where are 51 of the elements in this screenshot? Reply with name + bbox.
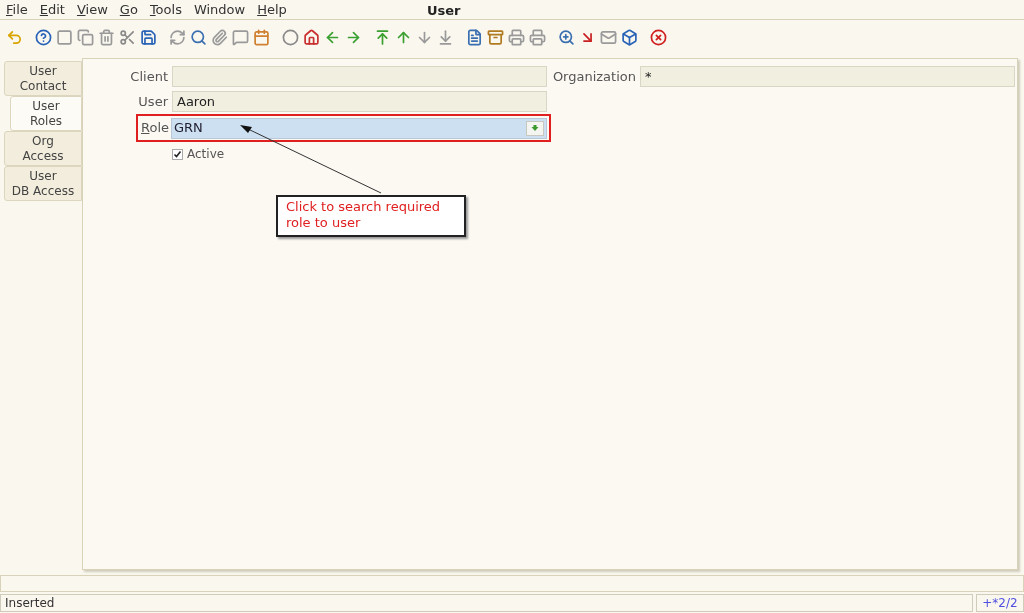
circle-icon[interactable]: [282, 28, 299, 46]
chat-icon[interactable]: [232, 28, 249, 46]
printer-icon[interactable]: [508, 28, 525, 46]
last-record-icon[interactable]: [437, 28, 454, 46]
organization-field[interactable]: *: [640, 66, 1015, 87]
tab[interactable]: User DB Access: [4, 166, 82, 201]
mail-icon[interactable]: [600, 28, 617, 46]
field-label: Role: [141, 119, 167, 138]
role-field[interactable]: GRN: [171, 117, 547, 139]
menu-item[interactable]: Edit: [39, 0, 65, 20]
callout-box: Click to search required role to user: [276, 195, 466, 237]
new-record-icon[interactable]: [56, 28, 73, 46]
undo-icon[interactable]: [6, 28, 23, 46]
refresh-icon[interactable]: [169, 28, 186, 46]
help-icon[interactable]: [35, 28, 52, 46]
lookup-button[interactable]: [526, 120, 544, 136]
scissors-icon[interactable]: [119, 28, 136, 46]
client-field[interactable]: [172, 66, 547, 87]
record-indicator: +*2/2: [976, 594, 1024, 612]
cube-icon[interactable]: [621, 28, 638, 46]
active-checkbox[interactable]: [172, 148, 183, 160]
menu-item[interactable]: Go: [119, 0, 138, 20]
paperclip-icon[interactable]: [211, 28, 228, 46]
field-label: User: [137, 92, 168, 111]
tab[interactable]: User Roles: [10, 96, 82, 131]
tab[interactable]: User Contact: [4, 61, 82, 96]
first-record-icon[interactable]: [374, 28, 391, 46]
archive-icon[interactable]: [487, 28, 504, 46]
printer-icon[interactable]: [529, 28, 546, 46]
search-icon[interactable]: [190, 28, 207, 46]
status-message: Inserted: [0, 594, 973, 612]
home-icon[interactable]: [303, 28, 320, 46]
menu-item[interactable]: Window: [193, 0, 246, 20]
report-icon[interactable]: [466, 28, 483, 46]
menu-item[interactable]: Help: [257, 0, 287, 20]
window-title: User: [427, 2, 461, 20]
user-field[interactable]: Aaron: [172, 91, 547, 112]
delete-icon[interactable]: [98, 28, 115, 46]
copy-icon[interactable]: [77, 28, 94, 46]
zoom-icon[interactable]: [558, 28, 575, 46]
arrow-icon: [531, 124, 539, 132]
field-label: Client: [129, 67, 168, 86]
checkbox-label: Active: [187, 146, 225, 163]
close-icon[interactable]: [650, 28, 667, 46]
menu-item[interactable]: View: [76, 0, 108, 20]
field-label: Organization: [551, 67, 636, 86]
save-icon[interactable]: [140, 28, 157, 46]
menu-item[interactable]: File: [6, 0, 28, 20]
calendar-icon[interactable]: [253, 28, 270, 46]
tab[interactable]: Org Access: [4, 131, 82, 166]
menu-item[interactable]: Tools: [149, 0, 182, 20]
